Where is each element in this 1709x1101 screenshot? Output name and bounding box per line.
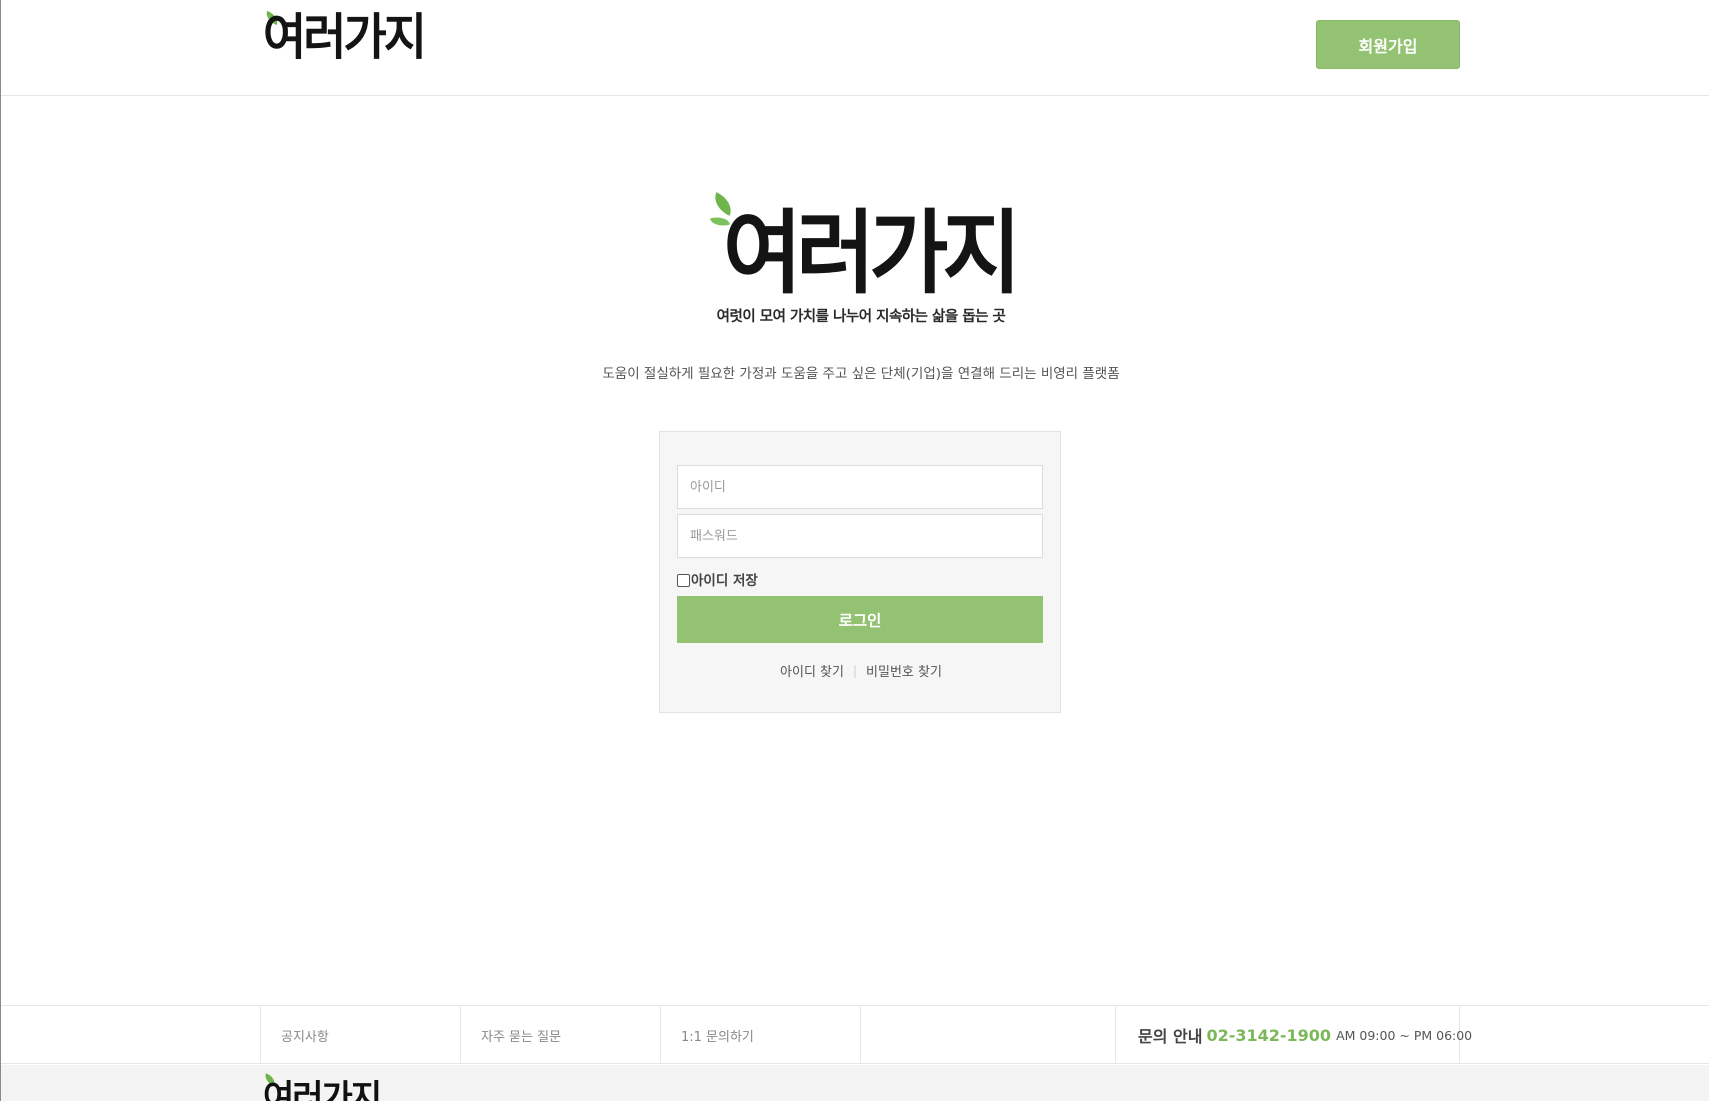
contact-info: 문의 안내 02-3142-1900 AM 09:00 ~ PM 06:00 [1115,1006,1472,1064]
footer-logo-text: 여러가지 [263,1078,382,1101]
header-logo[interactable]: 여러가지 [263,8,427,67]
login-form: 아이디 저장 로그인 아이디 찾기 | 비밀번호 찾기 [659,431,1061,713]
header-logo-text: 여러가지 [263,8,427,67]
contact-hours: AM 09:00 ~ PM 06:00 [1336,1027,1473,1043]
checkbox-icon[interactable] [677,573,690,587]
link-separator: | [852,663,858,678]
footer-link-notice[interactable]: 공지사항 [260,1006,460,1064]
find-password-link[interactable]: 비밀번호 찾기 [866,661,942,680]
login-button[interactable]: 로그인 [677,596,1043,643]
footer-nav: 공지사항 자주 묻는 질문 1:1 문의하기 문의 안내 02-3142-190… [1,1005,1709,1064]
service-description: 도움이 절실하게 필요한 가정과 도움을 주고 싶은 단체(기업)을 연결해 드… [602,366,1120,382]
hero-logo: 여러가지 [709,192,1021,299]
contact-label: 문의 안내 [1138,1027,1203,1046]
account-recovery-links: 아이디 찾기 | 비밀번호 찾기 [660,661,1062,681]
footer-logo: 여러가지 [262,1073,382,1101]
hero-logo-text: 여러가지 [723,200,1021,307]
footer-empty-cell [860,1006,1115,1064]
contact-phone[interactable]: 02-3142-1900 [1206,1026,1331,1045]
site-header: 여러가지 회원가입 [1,0,1709,96]
remember-id-option[interactable]: 아이디 저장 [677,569,758,589]
id-input[interactable] [677,465,1043,509]
slogan: 여럿이 모여 가치를 나누어 지속하는 삶을 돕는 곳 [716,309,1006,325]
footer-link-faq[interactable]: 자주 묻는 질문 [460,1006,660,1064]
footer-bottom: 여러가지 [1,1065,1709,1101]
signup-button[interactable]: 회원가입 [1316,20,1460,69]
page: 여러가지 회원가입 여러가지 여럿이 모여 가치를 나누어 지속하는 삶을 돕는… [0,0,1709,1101]
remember-id-label: 아이디 저장 [691,573,758,589]
find-id-link[interactable]: 아이디 찾기 [780,661,844,680]
footer-link-inquiry[interactable]: 1:1 문의하기 [660,1006,860,1064]
password-input[interactable] [677,514,1043,558]
